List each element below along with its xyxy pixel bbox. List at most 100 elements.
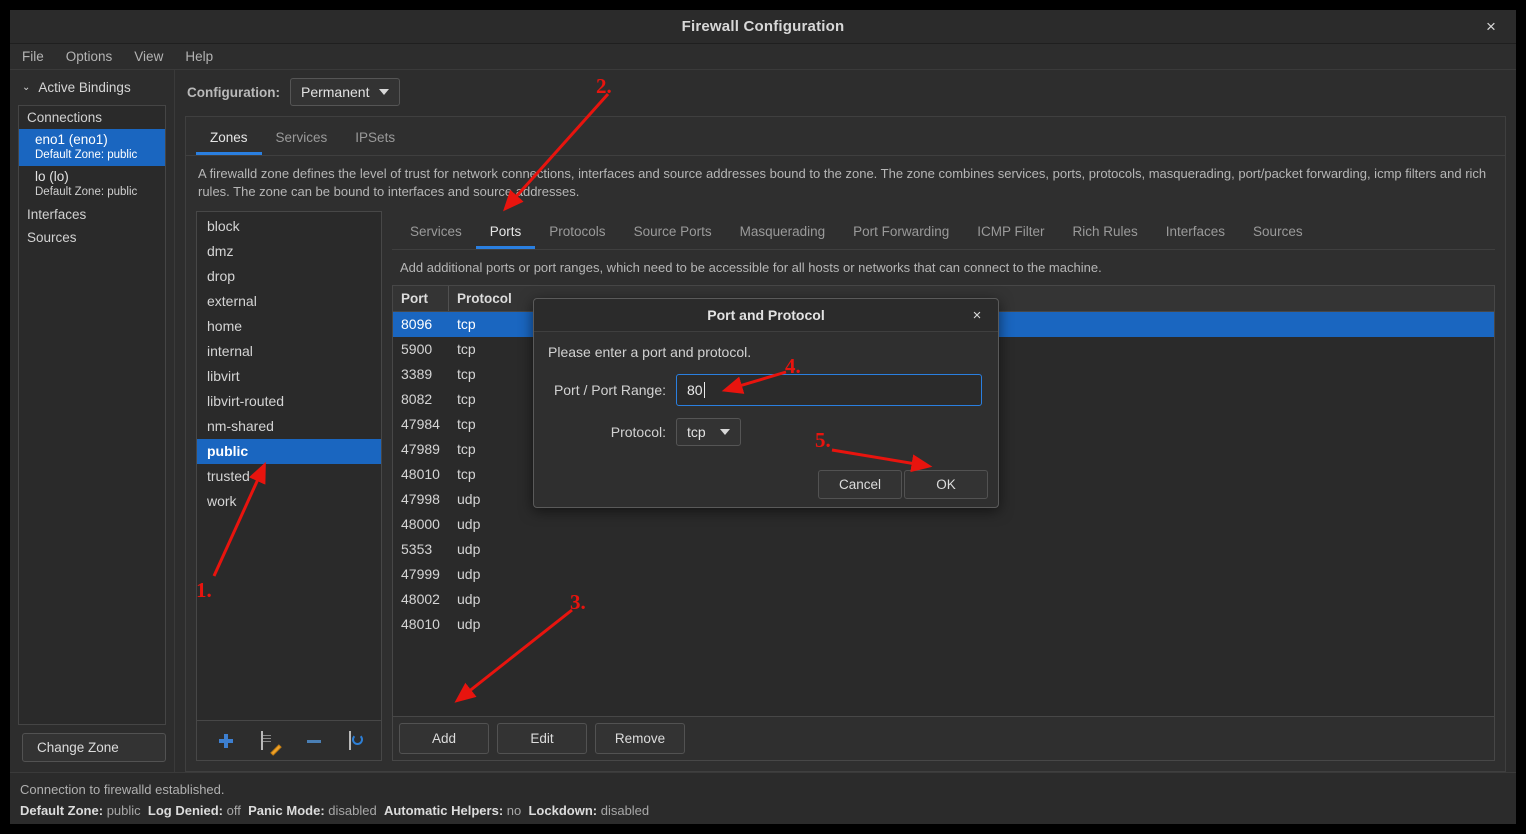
close-icon[interactable]: × (1476, 10, 1506, 44)
subtab-ports[interactable]: Ports (476, 217, 536, 249)
table-row[interactable]: 47999udp (393, 562, 1494, 587)
dialog-close-icon[interactable]: × (964, 299, 990, 332)
annotation-number-4: 4. (785, 354, 801, 379)
zone-item-work[interactable]: work (197, 489, 381, 514)
connection-name: lo (lo) (35, 168, 159, 185)
connection-zone: Default Zone: public (35, 148, 159, 162)
table-row[interactable]: 48002udp (393, 587, 1494, 612)
cell-port: 47998 (393, 487, 449, 512)
subtab-services[interactable]: Services (396, 217, 476, 249)
configuration-value: Permanent (301, 84, 369, 100)
zone-description: A firewalld zone defines the level of tr… (186, 156, 1505, 211)
dialog-title: Port and Protocol (707, 307, 824, 323)
zones-list[interactable]: block dmz drop external home internal li… (196, 211, 382, 721)
zone-item-internal[interactable]: internal (197, 339, 381, 364)
tree-group-connections[interactable]: Connections (19, 106, 165, 129)
subtab-protocols[interactable]: Protocols (535, 217, 619, 249)
annotation-number-2: 2. (596, 74, 612, 99)
protocol-value: tcp (687, 424, 706, 440)
annotation-number-5: 5. (815, 428, 831, 453)
subtab-rich-rules[interactable]: Rich Rules (1058, 217, 1151, 249)
menu-file[interactable]: File (22, 49, 44, 64)
tree-group-sources[interactable]: Sources (19, 226, 165, 249)
cell-protocol: udp (449, 612, 1494, 637)
change-zone-button[interactable]: Change Zone (22, 733, 166, 762)
table-row[interactable]: 48010udp (393, 612, 1494, 637)
add-zone-icon[interactable] (217, 732, 235, 750)
status-value-log-denied: off (227, 803, 241, 818)
cell-port: 48010 (393, 462, 449, 487)
cell-port: 8082 (393, 387, 449, 412)
zone-item-public[interactable]: public (197, 439, 381, 464)
port-input-value: 80 (687, 382, 703, 398)
cell-port: 8096 (393, 312, 449, 337)
column-header-port[interactable]: Port (393, 286, 449, 311)
configuration-select[interactable]: Permanent (290, 78, 400, 106)
status-value-default-zone: public (107, 803, 141, 818)
cell-port: 3389 (393, 362, 449, 387)
ports-actions: Add Edit Remove (392, 717, 1495, 761)
zone-item-drop[interactable]: drop (197, 264, 381, 289)
zone-item-block[interactable]: block (197, 214, 381, 239)
connection-item-eno1[interactable]: eno1 (eno1) Default Zone: public (19, 129, 165, 166)
dialog-body: Please enter a port and protocol. Port /… (534, 332, 998, 507)
subtab-interfaces[interactable]: Interfaces (1152, 217, 1239, 249)
subtab-source-ports[interactable]: Source Ports (620, 217, 726, 249)
port-field-row: Port / Port Range: 80 (548, 374, 982, 406)
active-bindings-label: Active Bindings (38, 80, 130, 95)
remove-zone-icon[interactable] (305, 732, 323, 750)
zone-item-dmz[interactable]: dmz (197, 239, 381, 264)
status-connection: Connection to firewalld established. (20, 779, 1516, 800)
tab-ipsets[interactable]: IPSets (341, 123, 409, 155)
statusbar: Connection to firewalld established. Def… (10, 772, 1516, 824)
zone-item-nm-shared[interactable]: nm-shared (197, 414, 381, 439)
zone-item-libvirt[interactable]: libvirt (197, 364, 381, 389)
status-value-automatic-helpers: no (507, 803, 521, 818)
reload-zone-icon[interactable] (349, 732, 367, 750)
status-key-lockdown: Lockdown: (528, 803, 597, 818)
cancel-button[interactable]: Cancel (818, 470, 902, 499)
dialog-hint: Please enter a port and protocol. (548, 344, 982, 360)
menu-help[interactable]: Help (185, 49, 213, 64)
tab-services[interactable]: Services (262, 123, 342, 155)
tree-group-interfaces[interactable]: Interfaces (19, 203, 165, 226)
cell-protocol: udp (449, 587, 1494, 612)
menu-view[interactable]: View (134, 49, 163, 64)
subtab-icmp-filter[interactable]: ICMP Filter (963, 217, 1058, 249)
add-port-button[interactable]: Add (399, 723, 489, 754)
subtab-port-forwarding[interactable]: Port Forwarding (839, 217, 963, 249)
subtab-sources[interactable]: Sources (1239, 217, 1317, 249)
status-key-default-zone: Default Zone: (20, 803, 103, 818)
connection-item-lo[interactable]: lo (lo) Default Zone: public (19, 166, 165, 203)
edit-zone-icon[interactable] (261, 732, 279, 750)
remove-port-button[interactable]: Remove (595, 723, 685, 754)
status-value-lockdown: disabled (601, 803, 649, 818)
window-title: Firewall Configuration (682, 18, 845, 35)
tab-zones[interactable]: Zones (196, 123, 262, 155)
zone-item-libvirt-routed[interactable]: libvirt-routed (197, 389, 381, 414)
port-input[interactable]: 80 (676, 374, 982, 406)
cell-port: 48010 (393, 612, 449, 637)
subtab-masquerading[interactable]: Masquerading (726, 217, 840, 249)
active-bindings-header[interactable]: ⌄ Active Bindings (10, 70, 174, 105)
table-row[interactable]: 48000udp (393, 512, 1494, 537)
cell-protocol: udp (449, 562, 1494, 587)
cell-port: 47999 (393, 562, 449, 587)
annotation-number-1: 1. (196, 578, 212, 603)
port-and-protocol-dialog: Port and Protocol × Please enter a port … (533, 298, 999, 508)
zone-item-trusted[interactable]: trusted (197, 464, 381, 489)
status-value-panic-mode: disabled (328, 803, 376, 818)
active-bindings-pane: ⌄ Active Bindings Connections eno1 (eno1… (10, 70, 175, 772)
table-row[interactable]: 5353udp (393, 537, 1494, 562)
edit-port-button[interactable]: Edit (497, 723, 587, 754)
zone-item-external[interactable]: external (197, 289, 381, 314)
change-zone-wrap: Change Zone (10, 725, 174, 772)
ok-button[interactable]: OK (904, 470, 988, 499)
dialog-buttons: Cancel OK (818, 470, 988, 499)
protocol-select[interactable]: tcp (676, 418, 741, 446)
menu-options[interactable]: Options (66, 49, 113, 64)
status-fields: Default Zone: public Log Denied: off Pan… (20, 800, 1516, 821)
connection-name: eno1 (eno1) (35, 131, 159, 148)
zone-item-home[interactable]: home (197, 314, 381, 339)
zone-subtabbar: Services Ports Protocols Source Ports Ma… (392, 211, 1495, 250)
